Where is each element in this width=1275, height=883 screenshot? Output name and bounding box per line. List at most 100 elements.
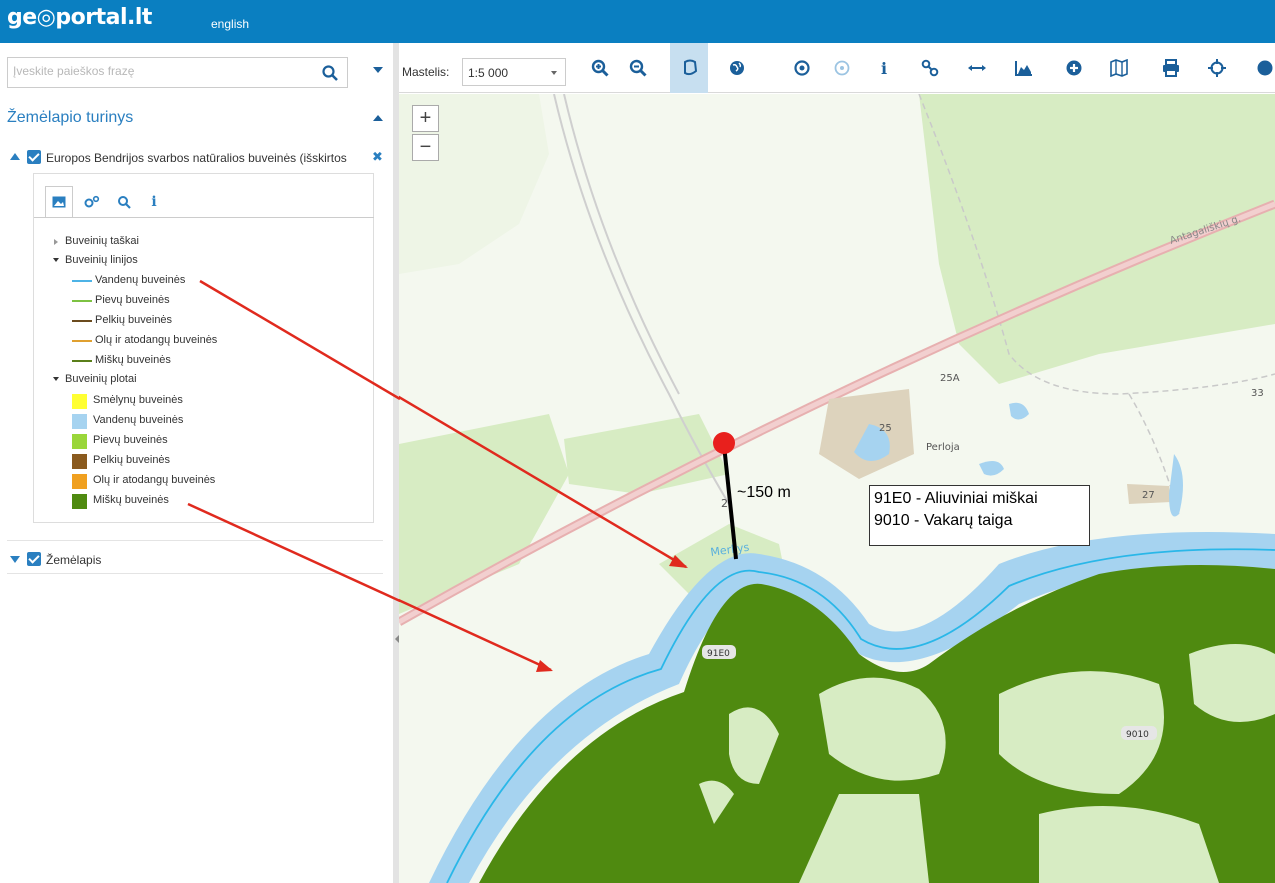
collapse-layer-icon[interactable]: [10, 153, 20, 160]
globe-tool[interactable]: [717, 43, 755, 93]
target-disabled-icon: [834, 60, 850, 76]
map-icon: [1110, 59, 1128, 77]
map-canvas[interactable]: 91E0 9010 Antagališkių g. 25A 33 25 Perl…: [399, 94, 1275, 883]
zoom-out-tool[interactable]: [618, 43, 656, 93]
language-link[interactable]: english: [211, 17, 249, 31]
legend-area-swatch: [72, 474, 87, 489]
lasso-tool[interactable]: [670, 43, 708, 93]
legend-item: Vandenų buveinės: [95, 274, 186, 286]
layer-basemap-checkbox[interactable]: [27, 552, 41, 566]
distance-label: ~150 m: [737, 484, 791, 501]
search-icon[interactable]: [321, 64, 339, 82]
map-toolbar: Mastelis: 1:5 000 i: [399, 43, 1275, 93]
search-icon: [118, 196, 131, 209]
collapse-group-icon[interactable]: [53, 377, 59, 381]
tab-info[interactable]: i: [140, 186, 168, 218]
elevation-profile-tool[interactable]: [1004, 43, 1042, 93]
legend-line-swatch: [72, 320, 92, 322]
scale-value: 1:5 000: [468, 66, 509, 80]
expand-layer-icon[interactable]: [10, 556, 20, 563]
tab-search[interactable]: [110, 186, 138, 218]
collapse-panel-chevron-icon[interactable]: [373, 115, 383, 121]
group-points-label[interactable]: Buveinių taškai: [65, 235, 139, 247]
link-icon: [921, 59, 939, 77]
layer-row-habitats: Europos Bendrijos svarbos natūralios buv…: [10, 149, 390, 166]
legend-item: Smėlynų buveinės: [93, 394, 183, 406]
layer-habitats-label: Europos Bendrijos svarbos natūralios buv…: [46, 151, 347, 165]
house-number-label: 33: [1251, 388, 1264, 399]
zoom-in-tool[interactable]: [580, 43, 618, 93]
legend-item: Pelkių buveinės: [95, 314, 173, 326]
add-tool[interactable]: [1054, 43, 1092, 93]
legend-item: Miškų buveinės: [93, 494, 169, 506]
expand-group-icon[interactable]: [54, 239, 58, 245]
measure-tool[interactable]: [957, 43, 995, 93]
divider: [7, 573, 383, 574]
house-number-label: 27: [1142, 490, 1155, 501]
zoom-in-button[interactable]: +: [412, 105, 439, 132]
zoom-out-button[interactable]: −: [412, 134, 439, 161]
locate-icon: [1208, 59, 1226, 77]
target-tool[interactable]: [782, 43, 820, 93]
legend-item: Olų ir atodangų buveinės: [95, 334, 218, 346]
add-icon: [1066, 60, 1082, 76]
link-tool[interactable]: [910, 43, 948, 93]
layer-tabs: i: [34, 174, 374, 220]
logo[interactable]: ge◎portal.lt: [7, 5, 152, 30]
measure-icon: [968, 65, 986, 71]
habitat-label-9010: 9010: [1126, 730, 1149, 740]
image-icon: [52, 196, 66, 208]
scale-select[interactable]: 1:5 000: [462, 58, 566, 86]
profile-icon: [1015, 61, 1032, 76]
geoportal-app: ge◎portal.lt english Žemėlapio turinys E…: [0, 0, 1275, 883]
search-input[interactable]: [13, 64, 313, 78]
legend-line-swatch: [72, 360, 92, 362]
tabs-divider: [34, 217, 374, 218]
print-tool[interactable]: [1151, 43, 1189, 93]
layer-habitats-checkbox[interactable]: [27, 150, 41, 164]
info-tool[interactable]: i: [865, 43, 903, 93]
panel-title: Žemėlapio turinys: [7, 109, 134, 126]
place-label: Perloja: [926, 442, 960, 453]
layer-details-box: i Buveinių taškai Buveinių linijos Vande…: [33, 173, 374, 523]
target-disabled-tool[interactable]: [822, 43, 860, 93]
top-bar: ge◎portal.lt english: [0, 0, 1275, 43]
tab-settings[interactable]: [78, 186, 106, 218]
habitat-annotation-box: 91E0 - Aliuviniai miškai 9010 - Vakarų t…: [869, 485, 1090, 546]
tab-legend[interactable]: [45, 186, 73, 218]
collapse-group-icon[interactable]: [53, 258, 59, 262]
location-pin: [713, 432, 735, 454]
legend-item: Pelkių buveinės: [93, 454, 171, 466]
print-icon: [1163, 59, 1179, 77]
more-tool[interactable]: [1245, 43, 1275, 93]
layer-basemap-label: Žemėlapis: [46, 553, 102, 567]
remove-layer-icon[interactable]: ✖: [372, 149, 383, 165]
svg-text:i: i: [881, 59, 887, 77]
legend-area-swatch: [72, 394, 87, 409]
legend-item: Olų ir atodangų buveinės: [93, 474, 216, 486]
circle-icon: [1257, 60, 1273, 76]
annotation-line: 91E0 - Aliuviniai miškai: [874, 490, 1038, 507]
scale-label: Mastelis:: [402, 65, 450, 79]
locate-tool[interactable]: [1197, 43, 1235, 93]
chevron-down-icon: [551, 71, 557, 75]
map-tool[interactable]: [1099, 43, 1137, 93]
gears-icon: [84, 195, 100, 208]
legend-item: Pievų buveinės: [95, 294, 170, 306]
group-areas-label[interactable]: Buveinių plotai: [65, 373, 137, 385]
map-view[interactable]: 91E0 9010 Antagališkių g. 25A 33 25 Perl…: [399, 94, 1275, 883]
legend-line-swatch: [72, 280, 92, 282]
globe-icon: [730, 61, 744, 75]
legend-line-swatch: [72, 340, 92, 342]
search-options-chevron-icon[interactable]: [373, 67, 383, 73]
legend-item: Pievų buveinės: [93, 434, 168, 446]
search-box: [7, 57, 348, 88]
zoom-in-icon: [591, 59, 609, 77]
house-number-label: 25A: [940, 373, 960, 384]
info-icon: i: [151, 194, 157, 210]
group-lines-label[interactable]: Buveinių linijos: [65, 254, 138, 266]
left-panel: Žemėlapio turinys Europos Bendrijos svar…: [0, 43, 393, 883]
legend-item: Vandenų buveinės: [93, 414, 184, 426]
legend-area-swatch: [72, 414, 87, 429]
annotation-line: 9010 - Vakarų taiga: [874, 512, 1013, 529]
